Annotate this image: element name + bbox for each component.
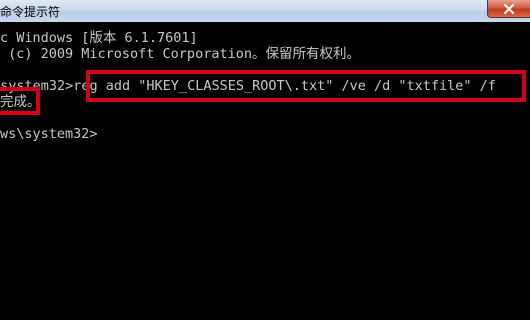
close-button[interactable] (487, 0, 530, 18)
console-output[interactable]: c Windows [版本 6.1.7601] (c) 2009 Microso… (0, 22, 530, 320)
window-title: 命令提示符 (0, 5, 61, 19)
title-bar: 命令提示符 (0, 0, 530, 23)
console-line-version: c Windows [版本 6.1.7601] (0, 30, 198, 46)
console-line-result: 完成。 (0, 94, 41, 110)
console-line-prompt: ws\system32> (0, 126, 98, 142)
console-line-command: \system32>reg add "HKEY_CLASSES_ROOT\.tx… (0, 78, 496, 94)
close-x-icon (503, 3, 515, 14)
console-line-copyright: (c) 2009 Microsoft Corporation。保留所有权利。 (0, 46, 360, 62)
